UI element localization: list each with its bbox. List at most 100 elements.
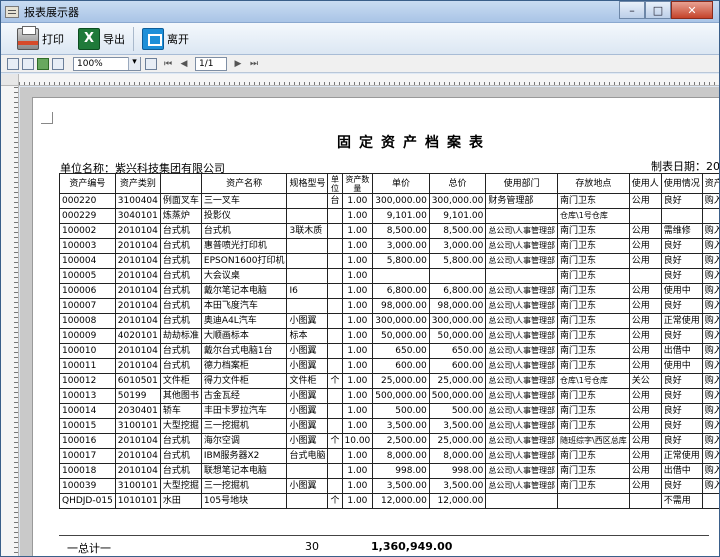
table-row[interactable]: QHDJD-015 1010101 水田 105号地块个 1.00 12,000.00 12… xyxy=(59,493,719,509)
table-row[interactable]: 100010 2010104 台式机 戴尔台式电脑1台 小图翼 1.00 650.00 650… xyxy=(59,343,719,359)
last-page-button[interactable]: ⏭ xyxy=(248,58,260,70)
asset-table: 资产编号 资产类别 资产名称 规格型号 单位 资产数量 单价 总价 使用部门 存放地点 使用人 使用情… xyxy=(59,173,719,509)
table-cell: 2010104 xyxy=(114,238,161,254)
page-setup-icon[interactable] xyxy=(22,57,34,70)
table-cell: 良好 xyxy=(660,418,703,434)
print-button[interactable]: 打印 xyxy=(13,25,68,52)
table-cell: 古金瓦经 xyxy=(200,388,288,404)
table-cell: 500.00 xyxy=(372,403,430,419)
table-row[interactable]: 100011 2010104 台式机 德力档案柜 小图翼 1.00 600.00 600.00… xyxy=(59,358,719,374)
zoom-icon[interactable] xyxy=(145,57,157,70)
table-row[interactable]: 000220 3100404 例面叉车 三一叉车台 1.00 300,000.00 300,… xyxy=(59,193,719,209)
find-icon[interactable] xyxy=(52,57,64,70)
table-row[interactable]: 100039 3100101 大型挖掘 三一挖掘机 小图翼 1.00 3,500.00 3,5… xyxy=(59,478,719,494)
table-cell: 1010101 xyxy=(114,493,161,509)
table-cell: 购入 xyxy=(701,328,719,344)
table-cell: 水田 xyxy=(159,493,202,509)
table-cell: 南门卫东 xyxy=(557,298,630,314)
table-cell xyxy=(327,328,343,344)
leave-button[interactable]: 离开 xyxy=(138,26,193,52)
table-cell: 使用中 xyxy=(660,283,703,299)
grid-icon[interactable] xyxy=(37,57,49,70)
title-bar[interactable]: 报表展示器 – □ ✕ xyxy=(1,1,719,23)
table-cell: 戴尔笔记本电脑 xyxy=(200,283,288,299)
table-cell: 台式机 xyxy=(159,343,202,359)
table-cell: 9,101.00 xyxy=(428,208,487,224)
window-title: 报表展示器 xyxy=(24,5,79,19)
table-row[interactable]: 100008 2010104 台式机 奥迪A4L汽车 小图翼 1.00 300,000.00… xyxy=(59,313,719,329)
table-cell: 三一叉车 xyxy=(200,193,288,209)
table-cell: 1.00 xyxy=(341,463,374,479)
table-row[interactable]: 000229 3040101 炼蒸炉 投影仪 1.00 9,101.00 9,101.00 仓… xyxy=(59,208,719,224)
table-cell: 100010 xyxy=(59,343,116,359)
table-cell: 出借中 xyxy=(660,343,703,359)
prev-page-button[interactable]: ◀ xyxy=(178,58,190,70)
table-cell: 1.00 xyxy=(341,388,374,404)
table-cell: 3,500.00 xyxy=(428,478,487,494)
report-workarea[interactable]: 固定资产档案表 单位名称：紫兴科技集团有限公司 制表日期：20 资产编号 资产类别… xyxy=(20,87,719,556)
table-cell: 购入 xyxy=(701,403,719,419)
save-icon[interactable] xyxy=(7,57,19,70)
total-count: 30 xyxy=(305,540,319,553)
next-page-button[interactable]: ▶ xyxy=(232,58,244,70)
table-cell: 使用中 xyxy=(660,358,703,374)
table-cell: 三一挖掘机 xyxy=(200,418,288,434)
table-cell: 台式机 xyxy=(159,253,202,269)
page-number-input[interactable]: 1/1 xyxy=(195,56,227,71)
table-cell: 100007 xyxy=(59,298,116,314)
table-cell: 3,500.00 xyxy=(372,418,430,434)
zoom-select[interactable]: 100% xyxy=(73,56,141,71)
table-cell: 3040101 xyxy=(114,208,161,224)
table-row[interactable]: 100015 3100101 大型挖掘 三一挖掘机 小图翼 1.00 3,500.00 3,5… xyxy=(59,418,719,434)
table-row[interactable]: 100016 2010104 台式机 海尔空调 小图翼个 10.00 2,500.00 25,… xyxy=(59,433,719,449)
close-button[interactable]: ✕ xyxy=(671,1,713,19)
minimize-button[interactable]: – xyxy=(619,1,645,19)
table-row[interactable]: 1000052010104台式机大会议桌 1.00 南门卫东 良好购入 xyxy=(59,268,719,284)
table-row[interactable]: 100018 2010104 台式机 联想笔记本电脑 1.00 998.00 998.00 总… xyxy=(59,463,719,479)
table-cell: 9,101.00 xyxy=(372,208,430,224)
table-row[interactable]: 100014 2030401 轿车 丰田卡罗拉汽车 小图翼 1.00 500.00 500.0… xyxy=(59,403,719,419)
table-cell: 总公司\人事管理部 xyxy=(485,403,559,419)
table-row[interactable]: 100009 4020101 劫劫标准 大顺画标本 标本 1.00 50,000.00 50,… xyxy=(59,328,719,344)
table-cell: 台 xyxy=(327,193,343,209)
table-cell: 3,000.00 xyxy=(372,238,430,254)
export-button[interactable]: X 导出 xyxy=(74,26,129,52)
table-cell: 公用 xyxy=(628,418,662,434)
table-cell: 良好 xyxy=(660,478,703,494)
table-cell: 4020101 xyxy=(114,328,161,344)
table-cell: 2010104 xyxy=(114,433,161,449)
table-row[interactable]: 100017 2010104 台式机 IBM服务器X2 台式电脑 1.00 8,000.00… xyxy=(59,448,719,464)
table-cell: 100016 xyxy=(59,433,116,449)
report-page: 固定资产档案表 单位名称：紫兴科技集团有限公司 制表日期：20 资产编号 资产类别… xyxy=(32,97,719,556)
table-cell: 300,000.00 xyxy=(428,313,487,329)
table-cell xyxy=(327,268,343,284)
table-row[interactable]: 100006 2010104 台式机 戴尔笔记本电脑 I6 1.00 6,800.00 6,8… xyxy=(59,283,719,299)
table-cell: 大顺画标本 xyxy=(200,328,288,344)
table-cell: 良好 xyxy=(660,193,703,209)
table-cell: 100005 xyxy=(59,268,116,284)
table-cell: 2010104 xyxy=(114,343,161,359)
table-cell: 南门卫东 xyxy=(557,418,630,434)
table-cell: 总公司\人事管理部 xyxy=(485,313,559,329)
table-cell: 1.00 xyxy=(341,478,374,494)
maximize-button[interactable]: □ xyxy=(645,1,671,19)
table-cell: 1.00 xyxy=(341,298,374,314)
table-cell: QHDJD-015 xyxy=(59,493,116,509)
table-row[interactable]: 100013 50199 其他图书 古金瓦经 小图翼 1.00 500,000.00 500,… xyxy=(59,388,719,404)
table-cell xyxy=(557,493,630,509)
first-page-button[interactable]: ⏮ xyxy=(162,58,174,70)
table-row[interactable]: 100007 2010104 台式机 本田飞度汽车 1.00 98,000.00 98,00… xyxy=(59,298,719,314)
table-row[interactable]: 100002 2010104 台式机 台式机 3联木质 1.00 8,500.00 8,500… xyxy=(59,223,719,239)
table-cell: 南门卫东 xyxy=(557,313,630,329)
table-cell: 台式机 xyxy=(159,463,202,479)
table-cell: 1.00 xyxy=(341,208,374,224)
table-cell: 2010104 xyxy=(114,283,161,299)
table-row[interactable]: 100004 2010104 台式机 EPSON1600打印机 1.00 5,800.00… xyxy=(59,253,719,269)
table-cell: 总公司\人事管理部 xyxy=(485,358,559,374)
table-cell: 大型挖掘 xyxy=(159,478,202,494)
table-cell: 三一挖掘机 xyxy=(200,478,288,494)
table-row[interactable]: 100012 6010501 文件柜 得力文件柜 文件柜个 1.00 25,000.00 25… xyxy=(59,373,719,389)
table-cell: 1.00 xyxy=(341,343,374,359)
table-row[interactable]: 100003 2010104 台式机 惠普喷光打印机 1.00 3,000.00 3,000… xyxy=(59,238,719,254)
table-cell: 得力文件柜 xyxy=(200,373,288,389)
